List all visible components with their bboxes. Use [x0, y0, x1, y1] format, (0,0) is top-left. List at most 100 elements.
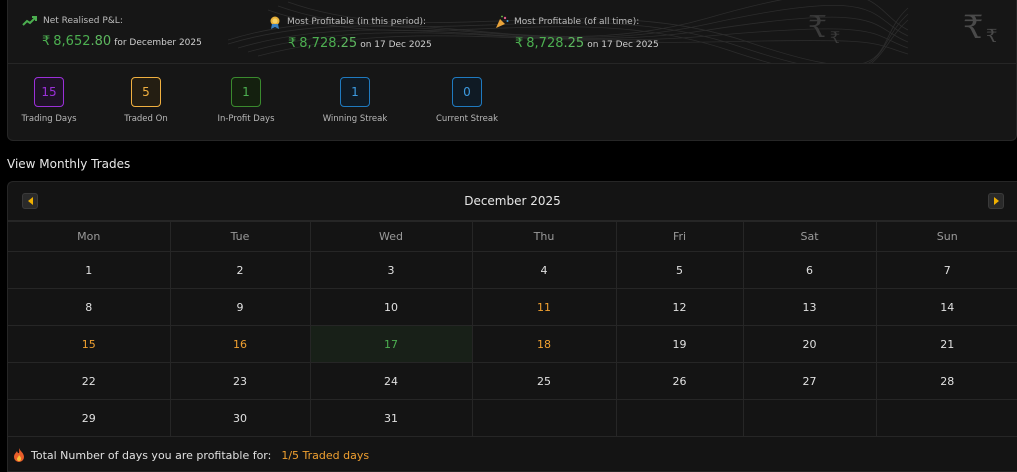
stat-current-streak: 0 Current Streak [427, 77, 507, 124]
kpi-net-pnl-int: 8,652 [53, 34, 91, 49]
calendar-day[interactable]: 3 [309, 251, 473, 289]
kpi-net-pnl-dec: .80 [90, 34, 112, 49]
currency-symbol: ₹ [515, 36, 524, 51]
chevron-right-icon [993, 197, 999, 205]
calendar-day[interactable]: 14 [875, 288, 1017, 326]
kpi-net-pnl-suffix: for December 2025 [114, 38, 202, 48]
pnl-summary-card: Net Realised P&L: ₹8,652.80 for December … [7, 0, 1017, 141]
stat-value-box: 1 [231, 77, 261, 107]
rupee-watermark-icon: ₹ [830, 28, 841, 47]
kpi-alltime-int: 8,728 [526, 36, 564, 51]
calendar-day[interactable]: 27 [742, 362, 877, 400]
fire-icon [14, 448, 24, 462]
calendar-header: December 2025 [8, 182, 1017, 221]
stat-value-box: 1 [340, 77, 370, 107]
stat-label: Current Streak [435, 114, 499, 124]
calendar-grid: Mon Tue Wed Thu Fri Sat Sun 1 2 3 4 5 6 … [8, 221, 1017, 437]
weekday-header: Thu [471, 221, 617, 252]
stats-row: 15 Trading Days 5 Traded On 1 In-Profit … [8, 77, 1016, 137]
kpi-period-dec: .25 [336, 36, 358, 51]
next-month-button[interactable] [988, 193, 1004, 209]
calendar-day[interactable]: 28 [875, 362, 1017, 400]
calendar-day[interactable]: 16 [169, 325, 311, 363]
calendar-day-empty [471, 399, 617, 437]
stat-in-profit-days: 1 In-Profit Days [206, 77, 286, 124]
calendar-day[interactable]: 25 [471, 362, 617, 400]
weekday-header: Sun [875, 221, 1017, 252]
rupee-watermark-icon: ₹ [963, 8, 984, 46]
stat-label: Trading Days [21, 114, 77, 124]
kpi-alltime-suffix: on 17 Dec 2025 [587, 40, 659, 50]
stat-traded-on: 5 Traded On [111, 77, 181, 124]
calendar-day[interactable]: 6 [742, 251, 877, 289]
stat-value-box: 0 [452, 77, 482, 107]
kpi-most-profitable-alltime: Most Profitable (of all time): ₹8,728.25… [495, 15, 659, 51]
calendar-day-empty [875, 399, 1017, 437]
weekday-header: Mon [8, 221, 171, 252]
calendar-day-empty [742, 399, 877, 437]
calendar-day[interactable]: 11 [471, 288, 617, 326]
calendar-day[interactable]: 15 [8, 325, 171, 363]
calendar-week: 22 23 24 25 26 27 28 [8, 362, 1017, 400]
calendar-day[interactable]: 21 [875, 325, 1017, 363]
kpi-alltime-title: Most Profitable (of all time): [514, 17, 640, 27]
calendar-day[interactable]: 31 [309, 399, 473, 437]
weekday-header: Tue [169, 221, 311, 252]
calendar-day[interactable]: 18 [471, 325, 617, 363]
kpi-period-int: 8,728 [299, 36, 337, 51]
profit-summary-footer: Total Number of days you are profitable … [13, 448, 369, 462]
party-popper-icon [496, 15, 509, 28]
kpi-alltime-dec: .25 [563, 36, 585, 51]
calendar-week: 15 16 17 18 19 20 21 [8, 325, 1017, 363]
calendar-day[interactable]: 20 [742, 325, 877, 363]
calendar-day[interactable]: 12 [615, 288, 744, 326]
calendar-day[interactable]: 9 [169, 288, 311, 326]
stat-label: Winning Streak [322, 114, 388, 124]
calendar-day[interactable]: 4 [471, 251, 617, 289]
rupee-watermark-icon: ₹ [986, 26, 998, 47]
kpi-net-pnl: Net Realised P&L: ₹8,652.80 for December … [22, 15, 202, 49]
kpi-period-suffix: on 17 Dec 2025 [360, 40, 432, 50]
calendar-day[interactable]: 22 [8, 362, 171, 400]
rupee-watermark-icon: ₹ [808, 10, 828, 45]
weekday-header: Sat [742, 221, 877, 252]
calendar-day[interactable]: 23 [169, 362, 311, 400]
footer-text: Total Number of days you are profitable … [31, 448, 272, 462]
calendar-day[interactable]: 30 [169, 399, 311, 437]
calendar-day[interactable]: 5 [615, 251, 744, 289]
stat-trading-days: 15 Trading Days [14, 77, 84, 124]
stat-label: In-Profit Days [217, 114, 275, 124]
stat-label: Traded On [124, 114, 168, 124]
calendar-day-empty [615, 399, 744, 437]
monthly-calendar: December 2025 Mon Tue Wed Thu Fri Sat Su… [7, 181, 1017, 472]
calendar-day[interactable]: 10 [309, 288, 473, 326]
medal-icon [270, 16, 280, 29]
section-title: View Monthly Trades [7, 157, 131, 171]
stat-value-box: 15 [34, 77, 64, 107]
trend-up-icon [22, 16, 37, 26]
calendar-day[interactable]: 2 [169, 251, 311, 289]
calendar-day[interactable]: 8 [8, 288, 171, 326]
calendar-week: 29 30 31 [8, 399, 1017, 437]
weekday-header: Fri [615, 221, 744, 252]
kpi-period-title: Most Profitable (in this period): [287, 17, 427, 27]
calendar-day[interactable]: 24 [309, 362, 473, 400]
calendar-day[interactable]: 7 [875, 251, 1017, 289]
kpi-most-profitable-period: Most Profitable (in this period): ₹8,728… [268, 15, 432, 51]
stat-winning-streak: 1 Winning Streak [315, 77, 395, 124]
kpi-net-pnl-title: Net Realised P&L: [43, 16, 123, 26]
calendar-day[interactable]: 13 [742, 288, 877, 326]
calendar-day[interactable]: 1 [8, 251, 171, 289]
kpi-row: Net Realised P&L: ₹8,652.80 for December … [8, 0, 1016, 64]
calendar-day[interactable]: 19 [615, 325, 744, 363]
weekday-row: Mon Tue Wed Thu Fri Sat Sun [8, 221, 1017, 252]
calendar-day[interactable]: 17 [309, 325, 473, 363]
calendar-day[interactable]: 29 [8, 399, 171, 437]
calendar-month-title: December 2025 [464, 194, 561, 208]
calendar-day[interactable]: 26 [615, 362, 744, 400]
currency-symbol: ₹ [42, 34, 51, 49]
weekday-header: Wed [309, 221, 473, 252]
calendar-week: 8 9 10 11 12 13 14 [8, 288, 1017, 326]
currency-symbol: ₹ [288, 36, 297, 51]
calendar-week: 1 2 3 4 5 6 7 [8, 251, 1017, 289]
